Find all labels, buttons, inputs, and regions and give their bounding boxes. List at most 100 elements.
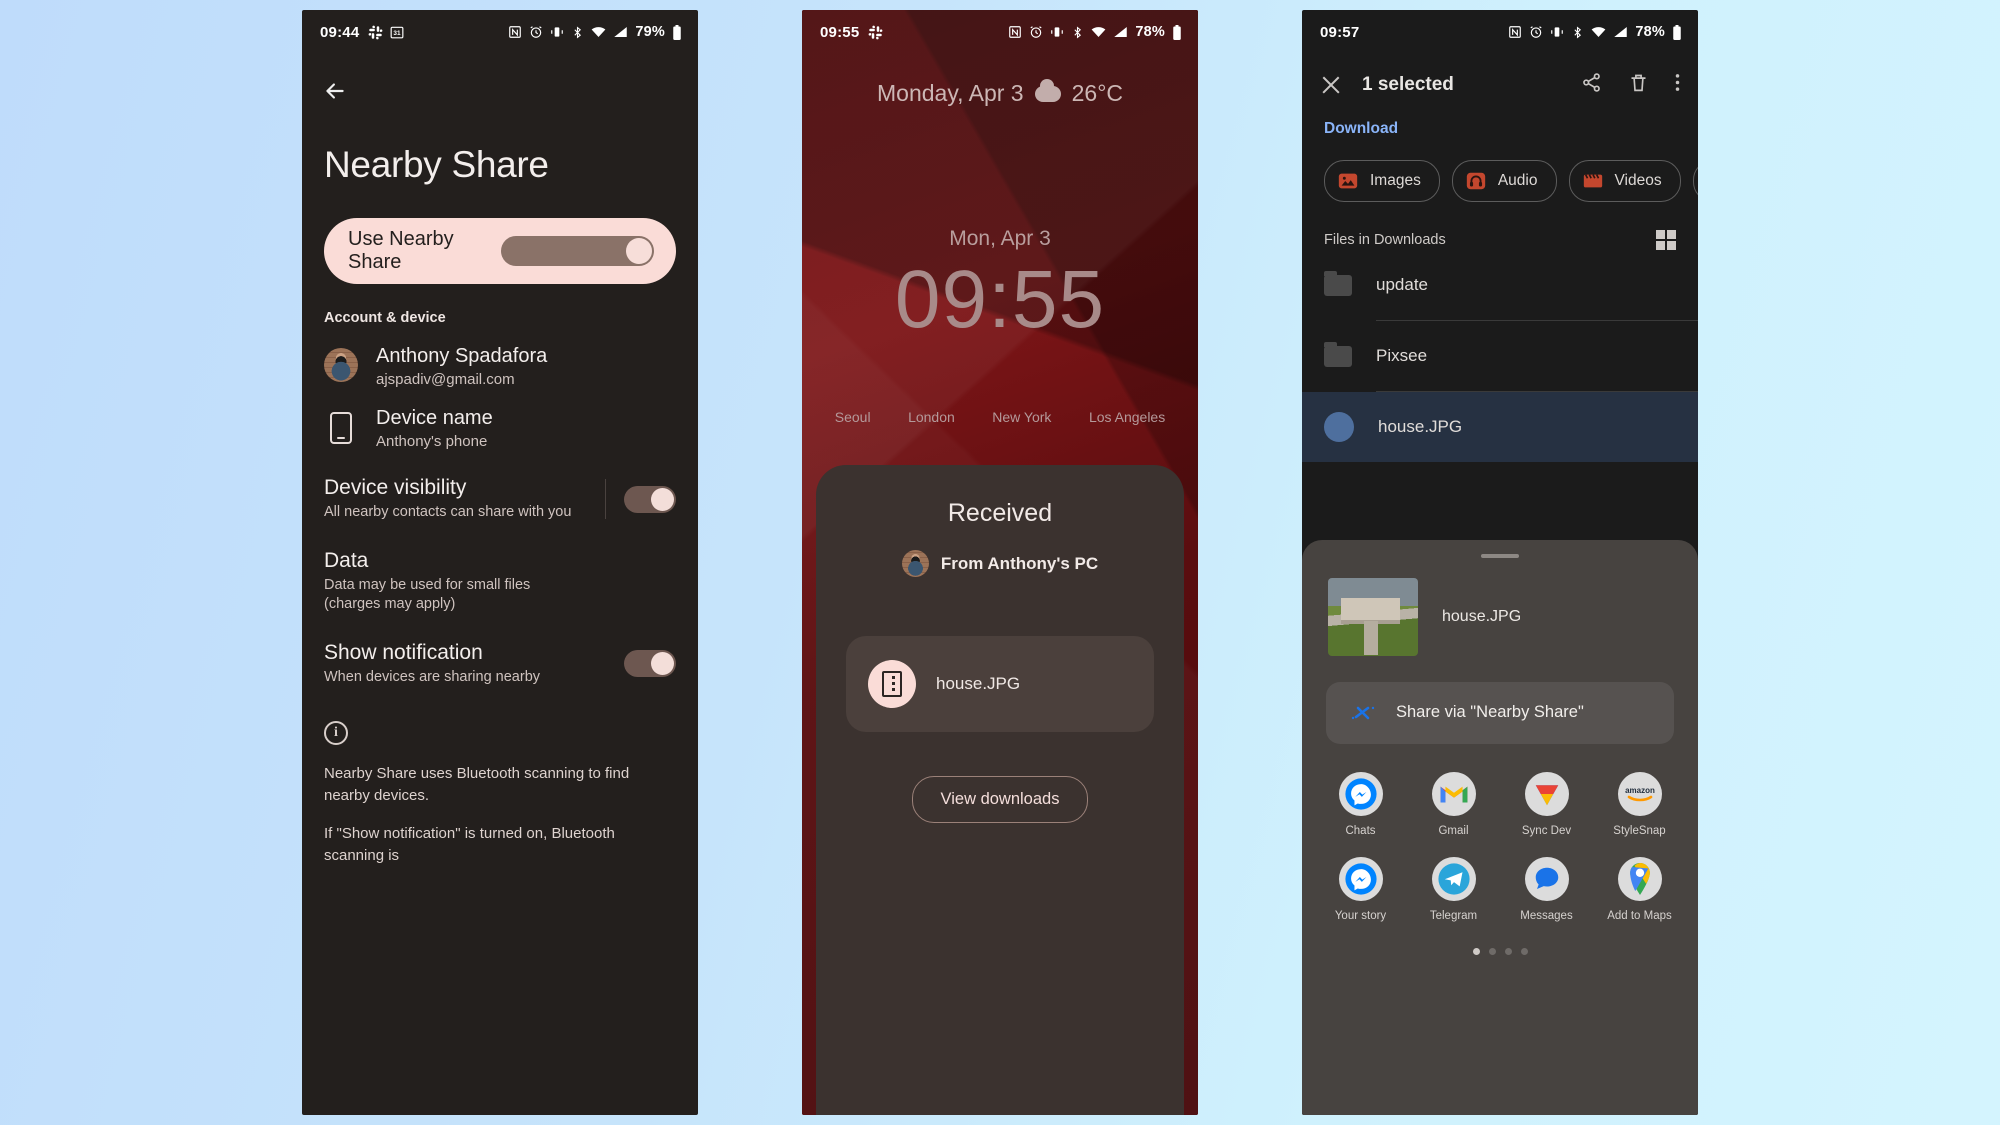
data-subtitle-line1: Data may be used for small files	[324, 576, 531, 593]
data-row: Data Data may be used for small files (c…	[302, 523, 698, 615]
account-name: Anthony Spadafora	[376, 345, 548, 367]
vibrate-icon	[1050, 25, 1064, 39]
share-target-sync-dev[interactable]: Sync Dev	[1500, 771, 1593, 837]
selected-file-icon	[1324, 412, 1354, 442]
show-notification-toggle[interactable]	[624, 650, 676, 678]
world-clock-cities: Seoul London New York Los Angeles	[802, 347, 1198, 425]
page-dot[interactable]	[1488, 947, 1496, 955]
weather-row[interactable]: Monday, Apr 3 26°C	[802, 78, 1198, 107]
use-nearby-share-toggle[interactable]	[501, 236, 654, 266]
show-notification-title: Show notification	[324, 640, 483, 664]
selection-count-label: 1 selected	[1362, 74, 1454, 95]
share-preview-name: house.JPG	[1442, 607, 1522, 625]
page-dot[interactable]	[1504, 947, 1512, 955]
delete-icon[interactable]	[1628, 72, 1649, 98]
alarm-icon	[1029, 25, 1043, 39]
amazon-icon: amazon	[1617, 771, 1662, 816]
video-icon	[1582, 170, 1604, 192]
show-notification-row[interactable]: Show notification When devices are shari…	[302, 615, 698, 688]
avatar	[901, 550, 929, 577]
share-target-label: Add to Maps	[1607, 909, 1672, 922]
share-icon[interactable]	[1581, 72, 1602, 98]
share-target-your-story[interactable]: Your story	[1314, 856, 1407, 922]
share-target-telegram[interactable]: Telegram	[1407, 856, 1500, 922]
status-time: 09:55	[820, 23, 860, 41]
back-button[interactable]	[302, 54, 698, 116]
file-thumbnail	[1328, 577, 1418, 656]
view-downloads-button[interactable]: View downloads	[911, 776, 1089, 823]
folder-icon	[1324, 270, 1352, 296]
city-label: Los Angeles	[1088, 409, 1166, 426]
wifi-icon	[1591, 25, 1606, 39]
files-header-label: Files in Downloads	[1324, 232, 1446, 248]
share-preview-row: house.JPG	[1302, 558, 1698, 656]
use-nearby-share-label: Use Nearby Share	[348, 228, 454, 273]
chip-label: Audio	[1497, 172, 1538, 189]
share-sheet-page-dots	[1302, 947, 1698, 955]
battery-icon	[1172, 24, 1182, 40]
svg-text:31: 31	[394, 30, 402, 37]
battery-percent: 79%	[635, 24, 665, 40]
city-label: London	[908, 409, 955, 426]
share-via-nearby-share-row[interactable]: Share via "Nearby Share"	[1326, 681, 1674, 744]
use-nearby-share-card[interactable]: Use Nearby Share	[324, 218, 676, 284]
share-target-gmail[interactable]: Gmail	[1407, 771, 1500, 837]
breadcrumb-download[interactable]: Download	[1302, 98, 1698, 138]
chip-videos[interactable]: Videos	[1568, 160, 1681, 202]
phone-2-lockscreen-received: 09:55 78% Monday, Apr 3 26°C Mon, Apr 3 …	[802, 10, 1198, 1115]
device-name-title: Device name	[376, 407, 493, 429]
battery-percent: 78%	[1135, 24, 1165, 40]
list-item[interactable]: update	[1302, 250, 1698, 320]
device-visibility-row[interactable]: Device visibility All nearby contacts ca…	[302, 450, 698, 523]
received-from-row: From Anthony's PC	[816, 550, 1184, 577]
filter-chips: Images Audio Videos Docum	[1302, 138, 1698, 202]
phone-1-nearby-share-settings: 09:44 31 79% Nearby Share Use Nearby Sha…	[302, 10, 698, 1115]
list-item[interactable]: house.JPG	[1302, 392, 1698, 462]
chip-images[interactable]: Images	[1324, 160, 1440, 202]
data-title: Data	[324, 548, 369, 572]
received-file-chip[interactable]: house.JPG	[846, 636, 1154, 732]
file-name: Pixsee	[1376, 346, 1428, 365]
file-name: update	[1376, 275, 1428, 294]
bluetooth-icon	[1071, 25, 1084, 39]
chip-documents[interactable]: Docum	[1692, 160, 1698, 202]
wifi-icon	[1091, 25, 1106, 39]
device-visibility-toggle[interactable]	[624, 485, 676, 513]
share-sheet: house.JPG Share via "Nearby Share" Chats	[1302, 540, 1698, 1115]
share-target-stylesnap[interactable]: amazon StyleSnap	[1593, 771, 1686, 837]
telegram-icon	[1431, 856, 1476, 901]
status-time: 09:44	[320, 23, 360, 41]
share-target-chats[interactable]: Chats	[1314, 771, 1407, 837]
battery-percent: 78%	[1635, 24, 1665, 40]
wifi-icon	[591, 25, 606, 39]
page-title: Nearby Share	[324, 144, 549, 185]
gmail-icon	[1431, 771, 1476, 816]
chip-audio[interactable]: Audio	[1451, 160, 1557, 202]
page-dot[interactable]	[1520, 947, 1528, 955]
show-notification-subtitle: When devices are sharing nearby	[324, 668, 541, 685]
city-label: New York	[992, 409, 1052, 426]
share-target-label: Gmail	[1438, 824, 1469, 837]
signal-icon	[1113, 25, 1128, 39]
page-dot[interactable]	[1472, 947, 1480, 955]
share-target-add-to-maps[interactable]: Add to Maps	[1593, 856, 1686, 922]
back-arrow-icon	[326, 83, 344, 99]
image-icon	[1337, 170, 1359, 192]
close-icon[interactable]	[1320, 74, 1342, 96]
overflow-menu-icon[interactable]	[1675, 72, 1680, 98]
share-target-label: Telegram	[1429, 909, 1478, 922]
device-name-row[interactable]: Device name Anthony's phone	[302, 388, 698, 450]
share-target-label: Your story	[1334, 909, 1387, 922]
divider	[605, 479, 606, 520]
legal-text-line1: Nearby Share uses Bluetooth scanning to …	[324, 765, 630, 804]
grid-view-icon[interactable]	[1656, 230, 1676, 250]
list-item[interactable]: Pixsee	[1302, 321, 1698, 391]
battery-icon	[1672, 24, 1682, 40]
account-row[interactable]: Anthony Spadafora ajspadiv@gmail.com	[302, 326, 698, 388]
folder-icon	[1324, 341, 1352, 367]
selection-app-bar: 1 selected	[1302, 54, 1698, 98]
file-name: house.JPG	[1378, 417, 1463, 436]
share-target-label: Sync Dev	[1521, 824, 1572, 837]
share-target-messages[interactable]: Messages	[1500, 856, 1593, 922]
phone-icon	[330, 412, 352, 444]
